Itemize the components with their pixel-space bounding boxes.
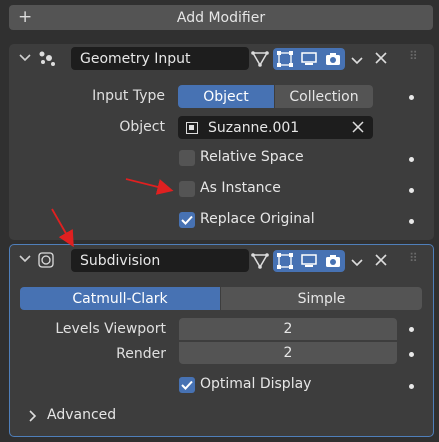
annotation-arrows xyxy=(51,178,174,248)
annotation-arrow xyxy=(51,208,74,248)
annotation-arrow xyxy=(125,178,174,195)
